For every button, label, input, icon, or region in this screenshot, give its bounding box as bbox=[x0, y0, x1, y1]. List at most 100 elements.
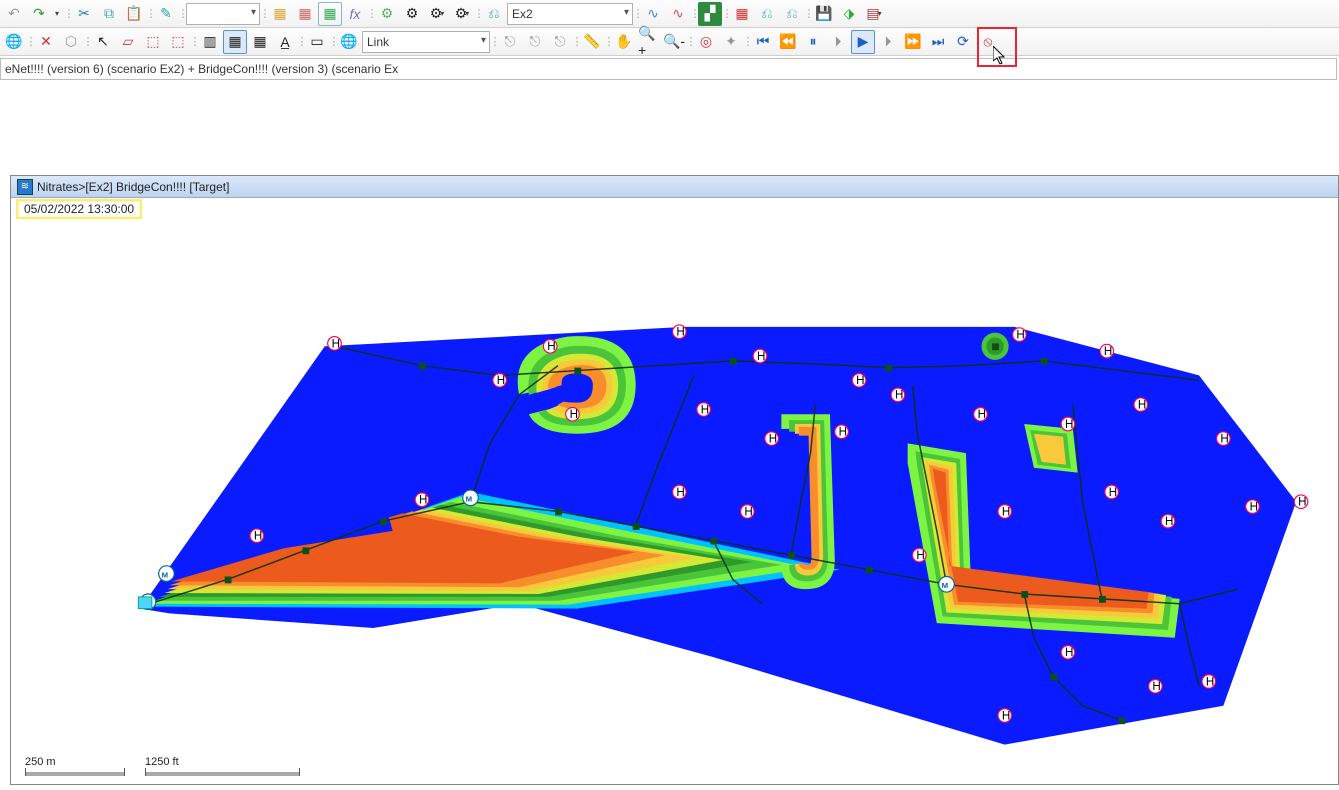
curve-b-btn[interactable]: ∿ bbox=[666, 2, 690, 26]
target-btn[interactable]: ◎ bbox=[694, 30, 718, 54]
separator: ⋮ bbox=[27, 31, 33, 53]
combo-scenario[interactable]: Ex2 bbox=[507, 3, 633, 25]
pan-hand-btn[interactable]: ✋ bbox=[612, 30, 636, 54]
paste-btn[interactable]: 📋 bbox=[122, 2, 146, 26]
loop-btn[interactable]: ⟳ bbox=[951, 30, 975, 54]
lasso-a-btn[interactable]: ⬚ bbox=[141, 30, 165, 54]
svg-text:H: H bbox=[1002, 709, 1010, 722]
combo-blank[interactable] bbox=[186, 3, 260, 25]
layers-green-btn[interactable]: ⬗ bbox=[837, 2, 861, 26]
grid-a-btn[interactable]: ▦ bbox=[293, 2, 317, 26]
trace-c-btn[interactable]: ⎋ bbox=[548, 30, 572, 54]
formula-btn[interactable]: fx bbox=[343, 2, 367, 26]
globe2-btn[interactable]: 🌐 bbox=[337, 30, 361, 54]
curve-a-btn[interactable]: ∿ bbox=[641, 2, 665, 26]
zoom-in-btn[interactable]: 🔍+ bbox=[637, 30, 661, 54]
globe-btn[interactable]: 🌐 bbox=[2, 30, 26, 54]
grid3-btn[interactable]: ▦ bbox=[248, 30, 272, 54]
polygon-sel-btn[interactable]: ▱ bbox=[116, 30, 140, 54]
separator: ⋮ bbox=[298, 31, 304, 53]
step-fwd-btn[interactable]: ⏩ bbox=[901, 30, 925, 54]
table-btn[interactable]: ▦ bbox=[730, 2, 754, 26]
toolbar-second: 🌐 ⋮ ✕ ⬡ ⋮ ↖ ▱ ⬚ ⬚ ⋮ ▥ ▦ ▦ A̲ ⋮ ▭ ⋮ 🌐 Lin… bbox=[0, 28, 1339, 56]
breadcrumb-text: eNet!!!! (version 6) (scenario Ex2) + Br… bbox=[5, 62, 398, 76]
scale-imperial: 1250 ft bbox=[145, 756, 179, 768]
svg-text:H: H bbox=[419, 494, 427, 507]
pointer-btn[interactable]: ↖ bbox=[91, 30, 115, 54]
save-btn[interactable]: 💾 bbox=[812, 2, 836, 26]
stop-btn[interactable]: ⦸ bbox=[976, 30, 1000, 54]
scale-bar: 250 m 1250 ft bbox=[25, 756, 300, 776]
separator: ⋮ bbox=[491, 31, 497, 53]
svg-text:H: H bbox=[1298, 496, 1306, 509]
copy-btn[interactable]: ⧉ bbox=[97, 2, 121, 26]
play-btn[interactable]: ▶ bbox=[851, 30, 875, 54]
map-canvas[interactable]: H H H H H H H H H H H H H H H H H H H H bbox=[11, 220, 1338, 764]
separator: ⋮ bbox=[179, 3, 185, 25]
grid1-btn[interactable]: ▥ bbox=[198, 30, 222, 54]
redo-drop[interactable]: ▾ bbox=[52, 2, 64, 26]
separator: ⋮ bbox=[147, 3, 153, 25]
delete-x-btn[interactable]: ✕ bbox=[34, 30, 58, 54]
spark-btn[interactable]: ✦ bbox=[719, 30, 743, 54]
svg-text:H: H bbox=[1065, 646, 1073, 659]
step-disabled-btn[interactable]: ⏵ bbox=[826, 30, 850, 54]
gears-b-btn[interactable]: ⚙ bbox=[400, 2, 424, 26]
svg-text:H: H bbox=[895, 389, 903, 402]
separator: ⋮ bbox=[687, 31, 693, 53]
trace-b-btn[interactable]: ⎋ bbox=[523, 30, 547, 54]
svg-text:H: H bbox=[1152, 680, 1160, 693]
edit-pencil-btn[interactable]: ✎ bbox=[154, 2, 178, 26]
svg-text:H: H bbox=[1016, 329, 1024, 342]
separator: ⋮ bbox=[65, 3, 71, 25]
gears-a-btn[interactable]: ⚙ bbox=[375, 2, 399, 26]
gears-d-btn[interactable]: ⚙▾ bbox=[450, 2, 474, 26]
cut-btn[interactable]: ✂ bbox=[72, 2, 96, 26]
lasso-b-btn[interactable]: ⬚ bbox=[166, 30, 190, 54]
combo-link[interactable]: Link bbox=[362, 31, 490, 53]
separator: ⋮ bbox=[368, 3, 374, 25]
grid-b-btn[interactable]: ▦ bbox=[318, 2, 342, 26]
step-back-btn[interactable]: ⏪ bbox=[776, 30, 800, 54]
trace-a-btn[interactable]: ⎋ bbox=[498, 30, 522, 54]
zoom-out-btn[interactable]: 🔍- bbox=[662, 30, 686, 54]
breadcrumb[interactable]: eNet!!!! (version 6) (scenario Ex2) + Br… bbox=[0, 58, 1337, 80]
contour-map-svg: H H H H H H H H H H H H H H H H H H H H bbox=[11, 220, 1338, 764]
datetime-field[interactable]: 05/02/2022 13:30:00 bbox=[17, 200, 141, 218]
redo-btn[interactable]: ↷ bbox=[27, 2, 51, 26]
network-btn[interactable]: ⎌ bbox=[482, 2, 506, 26]
gears-c-btn[interactable]: ⚙▾ bbox=[425, 2, 449, 26]
pause-btn[interactable]: ⏸ bbox=[801, 30, 825, 54]
separator: ⋮ bbox=[84, 31, 90, 53]
svg-text:M: M bbox=[466, 495, 472, 504]
combo-link-value: Link bbox=[367, 35, 389, 49]
map-app-icon: ≋ bbox=[17, 179, 33, 195]
map-titlebar[interactable]: ≋ Nitrates>[Ex2] BridgeCon!!!! [Target] bbox=[11, 176, 1338, 198]
new-window-btn[interactable]: ▦ bbox=[268, 2, 292, 26]
ruler-btn[interactable]: 📏 bbox=[580, 30, 604, 54]
svg-text:H: H bbox=[570, 408, 578, 421]
grid2-btn[interactable]: ▦ bbox=[223, 30, 247, 54]
svg-text:H: H bbox=[1250, 500, 1258, 513]
svg-text:H: H bbox=[1206, 675, 1214, 688]
net-b-btn[interactable]: ⎌ bbox=[780, 2, 804, 26]
combo-scenario-value: Ex2 bbox=[512, 7, 533, 21]
layers-stack-btn[interactable]: ▤▾ bbox=[862, 2, 886, 26]
svg-text:H: H bbox=[676, 486, 684, 499]
rewind-btn[interactable]: ⏮ bbox=[751, 30, 775, 54]
svg-text:H: H bbox=[254, 530, 262, 543]
svg-text:H: H bbox=[547, 340, 555, 353]
map-green-btn[interactable]: ▞ bbox=[698, 2, 722, 26]
svg-text:H: H bbox=[839, 426, 847, 439]
net-a-btn[interactable]: ⎌ bbox=[755, 2, 779, 26]
undo-btn[interactable]: ↶ bbox=[2, 2, 26, 26]
datetime-value: 05/02/2022 13:30:00 bbox=[24, 202, 134, 216]
separator: ⋮ bbox=[191, 31, 197, 53]
text-a-btn[interactable]: A̲ bbox=[273, 30, 297, 54]
label-btn[interactable]: ▭ bbox=[305, 30, 329, 54]
fast-fwd-btn[interactable]: ⏭ bbox=[926, 30, 950, 54]
svg-text:H: H bbox=[1104, 345, 1112, 358]
hex-btn[interactable]: ⬡ bbox=[59, 30, 83, 54]
svg-text:H: H bbox=[916, 549, 924, 562]
play-disabled-btn[interactable]: ⏵ bbox=[876, 30, 900, 54]
